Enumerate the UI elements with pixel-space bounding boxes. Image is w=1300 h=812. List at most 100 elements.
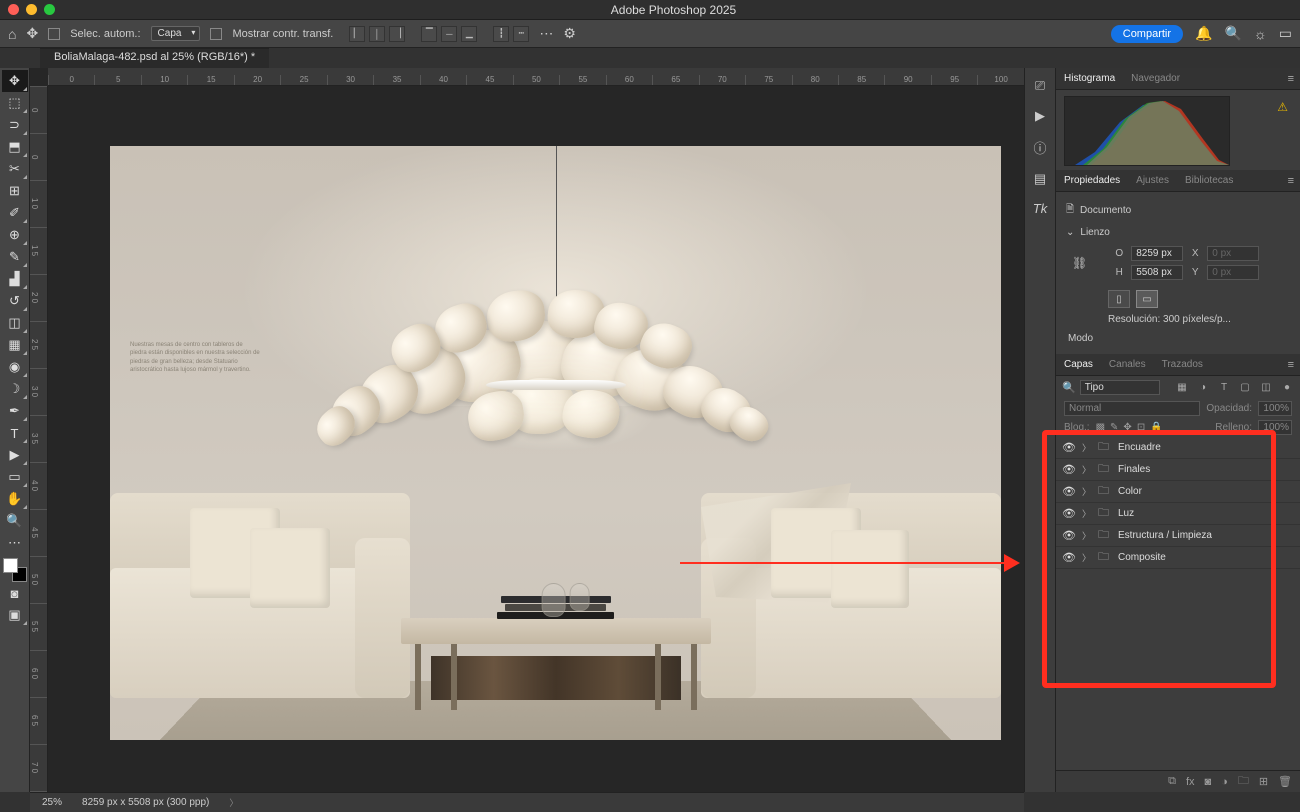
move-tool[interactable]: ✥ xyxy=(2,70,28,92)
width-input[interactable]: 8259 px xyxy=(1131,246,1183,261)
tab-adjustments[interactable]: Ajustes xyxy=(1134,172,1171,189)
tab-navigator[interactable]: Navegador xyxy=(1129,70,1182,87)
filter-shape-icon[interactable]: ▢ xyxy=(1238,381,1252,395)
quick-select-tool[interactable]: ⬒ xyxy=(2,136,28,158)
ruler-horizontal[interactable]: 0510152025303540455055606570758085909510… xyxy=(48,68,1024,86)
layer-list[interactable]: 👁〉🗀Encuadre👁〉🗀Finales👁〉🗀Color👁〉🗀Luz👁〉🗀Es… xyxy=(1056,437,1300,770)
canvas-area[interactable]: 0510152025303540455055606570758085909510… xyxy=(30,68,1024,792)
stamp-tool[interactable]: ▟ xyxy=(2,268,28,290)
tab-libraries[interactable]: Bibliotecas xyxy=(1183,172,1235,189)
lock-transparent-icon[interactable]: ▩ xyxy=(1096,422,1105,433)
visibility-icon[interactable]: 👁 xyxy=(1062,485,1076,498)
chevron-right-icon[interactable]: 〉 xyxy=(1082,463,1092,476)
layer-style-icon[interactable]: fx xyxy=(1186,776,1195,788)
visibility-icon[interactable]: 👁 xyxy=(1062,551,1076,564)
document-canvas[interactable]: Nuestras mesas de centro con tableros de… xyxy=(110,146,1001,740)
filter-smart-icon[interactable]: ◫ xyxy=(1259,381,1273,395)
align-vcenter-icon[interactable]: ─ xyxy=(441,26,457,42)
filter-toggle-icon[interactable]: ● xyxy=(1280,381,1294,395)
color-swatches[interactable] xyxy=(3,558,27,582)
dodge-tool[interactable]: ☽ xyxy=(2,378,28,400)
brush-tool[interactable]: ✎ xyxy=(2,246,28,268)
visibility-icon[interactable]: 👁 xyxy=(1062,529,1076,542)
lasso-tool[interactable]: ⊃ xyxy=(2,114,28,136)
y-input[interactable]: 0 px xyxy=(1207,265,1259,280)
gear-icon[interactable]: ⚙ xyxy=(563,25,576,42)
fill-input[interactable]: 100% xyxy=(1258,420,1292,435)
blur-tool[interactable]: ◉ xyxy=(2,356,28,378)
panel-icon-4[interactable]: ▤ xyxy=(1034,171,1046,187)
layer-group-row[interactable]: 👁〉🗀Composite xyxy=(1056,547,1300,569)
align-bottom-icon[interactable]: ▁ xyxy=(461,26,477,42)
marquee-tool[interactable]: ⬚ xyxy=(2,92,28,114)
align-left-icon[interactable]: ▏ xyxy=(349,26,365,42)
gradient-tool[interactable]: ▦ xyxy=(2,334,28,356)
filter-search-icon[interactable]: 🔍 xyxy=(1062,381,1076,394)
appearance-icon[interactable]: ☼ xyxy=(1254,26,1267,42)
panel-icon-1[interactable]: ⎚ xyxy=(1035,78,1045,94)
histogram-warning-icon[interactable]: ⚠ xyxy=(1277,100,1288,114)
autoselect-checkbox[interactable] xyxy=(48,28,60,40)
chevron-right-icon[interactable]: 〉 xyxy=(1082,441,1092,454)
blend-mode-select[interactable]: Normal xyxy=(1064,401,1200,416)
pen-tool[interactable]: ✒ xyxy=(2,400,28,422)
link-dimensions-icon[interactable]: ⛓ xyxy=(1072,256,1087,270)
x-input[interactable]: 0 px xyxy=(1207,246,1259,261)
shape-tool[interactable]: ▭ xyxy=(2,466,28,488)
layer-group-row[interactable]: 👁〉🗀Estructura / Limpieza xyxy=(1056,525,1300,547)
autoselect-target-select[interactable]: Capa xyxy=(151,26,201,41)
show-transform-checkbox[interactable] xyxy=(210,28,222,40)
visibility-icon[interactable]: 👁 xyxy=(1062,507,1076,520)
panel-menu-icon[interactable]: ≡ xyxy=(1288,359,1294,371)
home-icon[interactable]: ⌂ xyxy=(8,26,16,42)
minimize-window-icon[interactable] xyxy=(26,4,37,15)
share-button[interactable]: Compartir xyxy=(1111,25,1183,43)
frame-tool[interactable]: ⊞ xyxy=(2,180,28,202)
search-icon[interactable]: 🔍 xyxy=(1224,25,1241,42)
align-right-icon[interactable]: ▕ xyxy=(389,26,405,42)
type-tool[interactable]: T xyxy=(2,422,28,444)
notifications-icon[interactable]: 🔔 xyxy=(1195,25,1212,42)
filter-adjust-icon[interactable]: ◑ xyxy=(1196,381,1210,395)
height-input[interactable]: 5508 px xyxy=(1131,265,1183,280)
tab-histogram[interactable]: Histograma xyxy=(1062,70,1117,87)
workspace-icon[interactable]: ▭ xyxy=(1279,25,1292,42)
tab-paths[interactable]: Trazados xyxy=(1160,356,1205,373)
layer-filter-kind-select[interactable]: Tipo xyxy=(1080,380,1160,395)
tab-channels[interactable]: Canales xyxy=(1107,356,1148,373)
panel-menu-icon[interactable]: ≡ xyxy=(1288,73,1294,85)
panel-menu-icon[interactable]: ≡ xyxy=(1288,175,1294,187)
crop-tool[interactable]: ✂ xyxy=(2,158,28,180)
panel-icon-5[interactable]: Tk xyxy=(1033,201,1047,216)
layer-group-row[interactable]: 👁〉🗀Luz xyxy=(1056,503,1300,525)
foreground-color-swatch[interactable] xyxy=(3,558,18,573)
edit-toolbar-icon[interactable]: ⋯ xyxy=(2,532,28,554)
orientation-landscape-button[interactable]: ▭ xyxy=(1136,290,1158,308)
document-info[interactable]: 8259 px x 5508 px (300 ppp) xyxy=(82,797,209,808)
panel-icon-3[interactable]: ⓘ xyxy=(1033,138,1046,157)
lock-artboard-icon[interactable]: ⊡ xyxy=(1137,422,1145,433)
chevron-right-icon[interactable]: 〉 xyxy=(1082,551,1092,564)
new-group-icon[interactable]: 🗀 xyxy=(1238,772,1249,791)
filter-pixel-icon[interactable]: ▦ xyxy=(1175,381,1189,395)
align-top-icon[interactable]: ▔ xyxy=(421,26,437,42)
maximize-window-icon[interactable] xyxy=(44,4,55,15)
tab-properties[interactable]: Propiedades xyxy=(1062,172,1122,189)
distribute-v-icon[interactable]: ┅ xyxy=(513,26,529,42)
status-menu-icon[interactable]: 〉 xyxy=(229,796,238,809)
link-layers-icon[interactable]: ⧉ xyxy=(1168,775,1176,788)
visibility-icon[interactable]: 👁 xyxy=(1062,441,1076,454)
chevron-right-icon[interactable]: 〉 xyxy=(1082,507,1092,520)
document-tab[interactable]: BoliaMalaga-482.psd al 25% (RGB/16*) * xyxy=(40,48,269,68)
close-window-icon[interactable] xyxy=(8,4,19,15)
history-brush-tool[interactable]: ↺ xyxy=(2,290,28,312)
chevron-down-icon[interactable]: ⌄ xyxy=(1066,227,1074,238)
new-adjustment-icon[interactable]: ◑ xyxy=(1221,776,1228,788)
screenmode-tool[interactable]: ▣ xyxy=(2,604,28,626)
lock-all-icon[interactable]: 🔒 xyxy=(1150,422,1162,433)
panel-icon-2[interactable]: ▶ xyxy=(1035,108,1045,124)
lock-pixels-icon[interactable]: ✎ xyxy=(1110,422,1118,433)
distribute-h-icon[interactable]: ┇ xyxy=(493,26,509,42)
quickmask-tool[interactable]: ◙ xyxy=(2,582,28,604)
orientation-portrait-button[interactable]: ▯ xyxy=(1108,290,1130,308)
